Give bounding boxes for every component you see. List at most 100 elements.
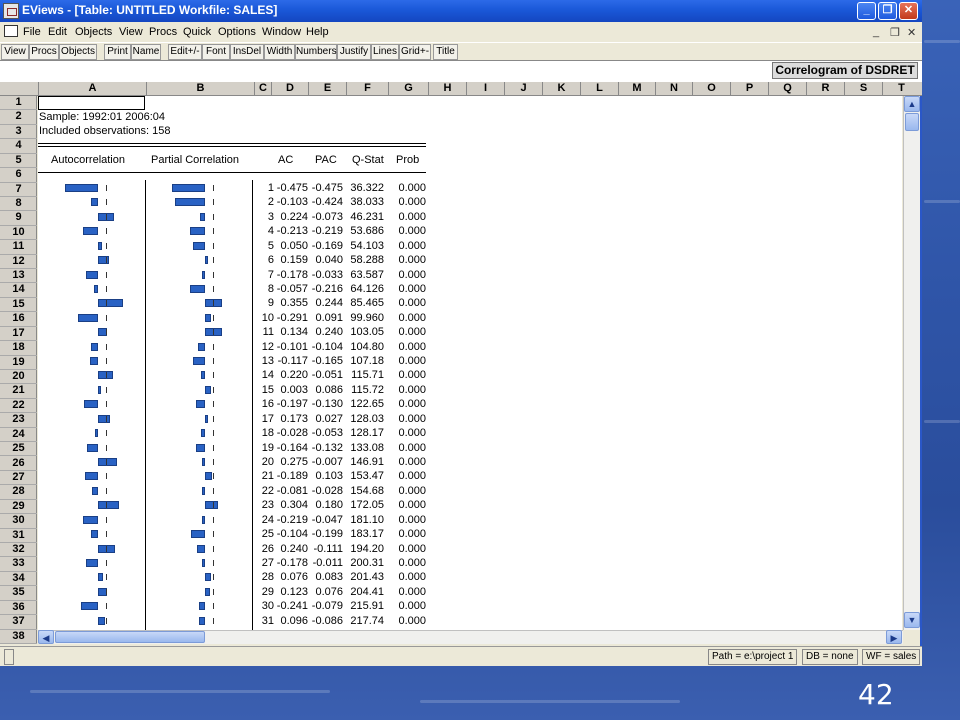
row-header[interactable]: 33	[0, 557, 37, 572]
column-header-t[interactable]: T	[882, 82, 920, 96]
row-header[interactable]: 3	[0, 125, 37, 140]
menu-help[interactable]: Help	[306, 26, 329, 38]
scroll-right-icon[interactable]: ▶	[886, 630, 902, 644]
row-header[interactable]: 15	[0, 298, 37, 313]
selected-cell[interactable]	[38, 96, 145, 110]
scroll-left-icon[interactable]: ◀	[38, 630, 54, 644]
column-header-n[interactable]: N	[655, 82, 692, 96]
row-header[interactable]: 35	[0, 586, 37, 601]
row-header[interactable]: 26	[0, 457, 37, 471]
row-header[interactable]: 19	[0, 356, 37, 370]
row-header[interactable]: 9	[0, 211, 37, 226]
column-header-j[interactable]: J	[504, 82, 542, 96]
scroll-up-icon[interactable]: ▲	[904, 96, 920, 112]
row-header[interactable]: 11	[0, 240, 37, 255]
spreadsheet[interactable]: Sample: 1992:01 2006:04 Included observa…	[38, 96, 902, 630]
menu-edit[interactable]: Edit	[48, 26, 67, 38]
row-header[interactable]: 38	[0, 630, 37, 644]
column-header-k[interactable]: K	[542, 82, 580, 96]
grid-button[interactable]: Grid+-	[399, 44, 431, 60]
row-header[interactable]: 25	[0, 442, 37, 457]
column-header-i[interactable]: I	[466, 82, 504, 96]
row-header[interactable]: 37	[0, 615, 37, 630]
vertical-scrollbar[interactable]: ▲ ▼	[903, 96, 920, 630]
font-button[interactable]: Font	[202, 44, 230, 60]
column-header-e[interactable]: E	[308, 82, 346, 96]
column-header-r[interactable]: R	[806, 82, 844, 96]
row-header[interactable]: 24	[0, 428, 37, 443]
menu-options[interactable]: Options	[218, 26, 256, 38]
column-header-b[interactable]: B	[146, 82, 254, 96]
numbers-button[interactable]: Numbers	[295, 44, 337, 60]
row-header[interactable]: 2	[0, 110, 37, 125]
horizontal-scrollbar[interactable]: ◀ ▶	[38, 630, 903, 644]
row-header[interactable]: 32	[0, 543, 37, 558]
row-header[interactable]: 34	[0, 572, 37, 587]
row-header[interactable]: 7	[0, 183, 37, 197]
row-header[interactable]: 29	[0, 500, 37, 515]
column-header-m[interactable]: M	[618, 82, 655, 96]
row-header[interactable]: 36	[0, 601, 37, 616]
row-header[interactable]: 28	[0, 485, 37, 500]
row-header[interactable]: 31	[0, 529, 37, 543]
row-header[interactable]: 14	[0, 283, 37, 298]
column-header-s[interactable]: S	[844, 82, 882, 96]
lines-button[interactable]: Lines	[371, 44, 399, 60]
minimize-icon[interactable]: _	[857, 2, 876, 20]
row-header[interactable]: 5	[0, 154, 37, 169]
doc-icon[interactable]	[4, 25, 18, 37]
row-header[interactable]: 30	[0, 514, 37, 529]
menu-file[interactable]: File	[23, 26, 41, 38]
column-header-l[interactable]: L	[580, 82, 618, 96]
menu-quick[interactable]: Quick	[183, 26, 211, 38]
row-header[interactable]: 27	[0, 471, 37, 486]
title-bar[interactable]: EViews - [Table: UNTITLED Workfile: SALE…	[0, 0, 922, 22]
app-icon[interactable]	[3, 3, 19, 19]
row-header[interactable]: 17	[0, 327, 37, 342]
restore-icon[interactable]: ❐	[878, 2, 897, 20]
procs-button[interactable]: Procs	[29, 44, 59, 60]
row-header[interactable]: 1	[0, 96, 37, 111]
column-header-f[interactable]: F	[346, 82, 388, 96]
row-header[interactable]: 21	[0, 384, 37, 399]
column-header-c[interactable]: C	[254, 82, 271, 96]
column-header-a[interactable]: A	[38, 82, 146, 96]
close-icon[interactable]: ✕	[899, 2, 918, 20]
menu-view[interactable]: View	[119, 26, 143, 38]
view-button[interactable]: View	[1, 44, 29, 60]
doc-restore-icon[interactable]: ❐	[890, 26, 900, 39]
justify-button[interactable]: Justify	[337, 44, 371, 60]
row-header[interactable]: 13	[0, 269, 37, 284]
row-header[interactable]: 20	[0, 370, 37, 385]
scroll-thumb-horizontal[interactable]	[55, 631, 205, 643]
objects-button[interactable]: Objects	[59, 44, 97, 60]
doc-minimize-icon[interactable]: _	[873, 26, 879, 38]
doc-close-icon[interactable]: ✕	[907, 26, 916, 39]
column-header-d[interactable]: D	[271, 82, 308, 96]
row-header[interactable]: 18	[0, 341, 37, 356]
print-button[interactable]: Print	[104, 44, 131, 60]
width-button[interactable]: Width	[264, 44, 295, 60]
menu-window[interactable]: Window	[262, 26, 301, 38]
column-header-q[interactable]: Q	[768, 82, 806, 96]
row-header[interactable]: 6	[0, 168, 37, 183]
edit-button[interactable]: Edit+/-	[168, 44, 202, 60]
column-header-p[interactable]: P	[730, 82, 768, 96]
row-header[interactable]: 12	[0, 255, 37, 270]
column-header-h[interactable]: H	[428, 82, 466, 96]
scroll-down-icon[interactable]: ▼	[904, 612, 920, 628]
row-header[interactable]: 10	[0, 226, 37, 241]
scroll-thumb-vertical[interactable]	[905, 113, 919, 131]
column-header-o[interactable]: O	[692, 82, 730, 96]
menu-procs[interactable]: Procs	[149, 26, 177, 38]
row-header[interactable]: 23	[0, 413, 37, 428]
name-button[interactable]: Name	[131, 44, 161, 60]
insdel-button[interactable]: InsDel	[230, 44, 264, 60]
row-header[interactable]: 8	[0, 197, 37, 212]
menu-objects[interactable]: Objects	[75, 26, 112, 38]
column-header-g[interactable]: G	[388, 82, 428, 96]
row-header[interactable]: 4	[0, 139, 37, 154]
row-header[interactable]: 22	[0, 399, 37, 414]
title-button[interactable]: Title	[433, 44, 458, 60]
row-header[interactable]: 16	[0, 312, 37, 327]
